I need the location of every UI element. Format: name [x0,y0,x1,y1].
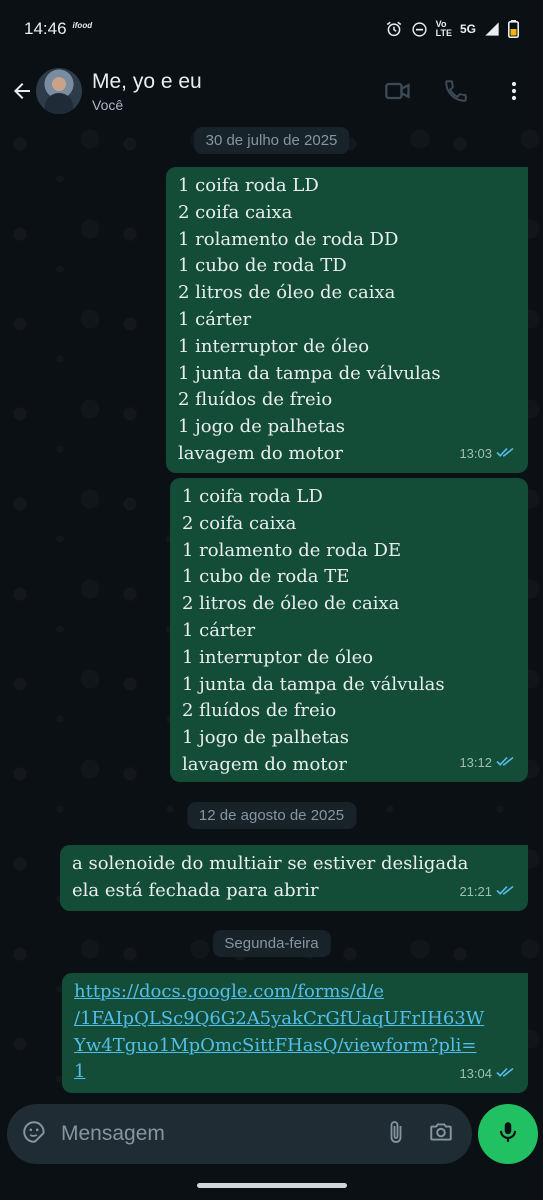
volte-bottom: LTE [435,28,452,38]
message-line: 1 coifa roda LD [182,486,323,507]
message-time: 21:21 [459,884,492,900]
message-bubble-outgoing[interactable]: https://docs.google.com/forms/d/e /1FAIp… [62,973,528,1093]
message-meta: 13:12 [459,750,516,777]
message-meta: 21:21 [459,879,516,906]
back-arrow-icon[interactable] [8,77,36,105]
read-receipt-icon [496,750,516,777]
read-receipt-icon [496,879,516,906]
message-link[interactable]: 1 [74,1059,518,1086]
avatar[interactable] [36,68,82,114]
message-bubble-outgoing[interactable]: 1 coifa roda LD 2 coifa caixa 1 rolament… [170,478,528,782]
status-time: 14:46 [24,19,67,38]
read-receipt-icon [496,1061,516,1088]
voice-call-icon[interactable] [427,67,485,115]
chat-header: Me, yo e eu Você [0,58,543,124]
message-line: 2 litros de óleo de caixa [178,282,396,304]
message-link[interactable]: /1FAIpQLSc9Q6G2A5yakCrGfUaqUFrIH63W [74,1006,518,1033]
volte-indicator: Vo LTE [436,20,452,38]
message-line: 1 jogo de palhetas [182,727,350,749]
read-receipt-icon [496,441,516,468]
contact-name: Me, yo e eu [92,69,202,93]
message-line: ela está fechada para abrir [72,879,319,901]
message-time: 13:03 [459,446,492,462]
message-line: 1 rolamento de roda DE [182,539,402,561]
message-link[interactable]: https://docs.google.com/forms/d/e [74,979,518,1006]
status-icons: Vo LTE 5G [385,20,519,38]
video-call-icon[interactable] [369,67,427,115]
chat-area[interactable]: 30 de julho de 2025 1 coifa roda LD 2 co… [0,124,543,1100]
date-separator: 30 de julho de 2025 [193,127,350,154]
carrier-badge: ifood [72,20,93,30]
mic-icon [495,1119,521,1150]
message-line: 1 cubo de roda TD [178,255,347,277]
message-line: 2 fluídos de freio [178,389,333,411]
camera-icon[interactable] [428,1119,454,1150]
message-line: 1 jogo de palhetas [178,416,346,438]
message-line: 2 coifa caixa [178,201,293,223]
message-input[interactable]: Mensagem [61,1122,165,1146]
date-separator: Segunda-feira [212,930,331,957]
mic-button[interactable] [478,1104,538,1164]
message-line: 1 cárter [182,619,256,641]
message-line: 1 cárter [178,308,252,330]
date-separator: 12 de agosto de 2025 [186,802,357,829]
navigation-bar [0,1170,543,1200]
composer-tools [384,1119,472,1150]
contact-subtitle: Você [92,96,124,113]
message-line: 1 rolamento de roda DD [178,228,399,250]
message-time: 13:04 [459,1066,492,1082]
status-bar: 14:46 ifood Vo LTE 5G [0,0,543,58]
message-line: 1 interruptor de óleo [178,335,370,357]
message-line: 2 coifa caixa [182,512,297,534]
message-line: 1 cubo de roda TE [182,566,350,588]
message-line: 1 junta da tampa de válvulas [182,673,445,695]
message-line: a solenoide do multiair se estiver desli… [72,853,469,874]
contact-info[interactable]: Me, yo e eu Você [92,70,202,113]
header-actions [369,67,543,115]
alarm-icon [385,20,403,38]
message-line: 1 coifa roda LD [178,175,319,196]
signal-icon [484,21,500,37]
message-meta: 13:03 [459,441,516,468]
message-line: 2 litros de óleo de caixa [182,593,400,615]
home-indicator[interactable] [196,1182,347,1188]
network-type: 5G [459,22,476,36]
battery-icon [508,20,519,38]
message-bubble-outgoing[interactable]: 1 coifa roda LD 2 coifa caixa 1 rolament… [166,167,528,473]
more-options-icon[interactable] [485,67,543,115]
message-meta: 13:04 [459,1061,516,1088]
message-time: 13:12 [459,755,492,771]
message-composer[interactable]: Mensagem [7,1104,472,1164]
message-bubble-outgoing[interactable]: a solenoide do multiair se estiver desli… [60,845,528,911]
message-link[interactable]: Yw4Tguo1MpOmcSittFHasQ/viewform?pli= [74,1033,518,1060]
message-line: 2 fluídos de freio [182,700,337,722]
do-not-disturb-icon [411,21,428,38]
message-line: 1 interruptor de óleo [182,646,374,668]
attach-icon[interactable] [384,1119,408,1150]
message-line: 1 junta da tampa de válvulas [178,362,441,384]
sticker-icon[interactable] [21,1119,47,1150]
